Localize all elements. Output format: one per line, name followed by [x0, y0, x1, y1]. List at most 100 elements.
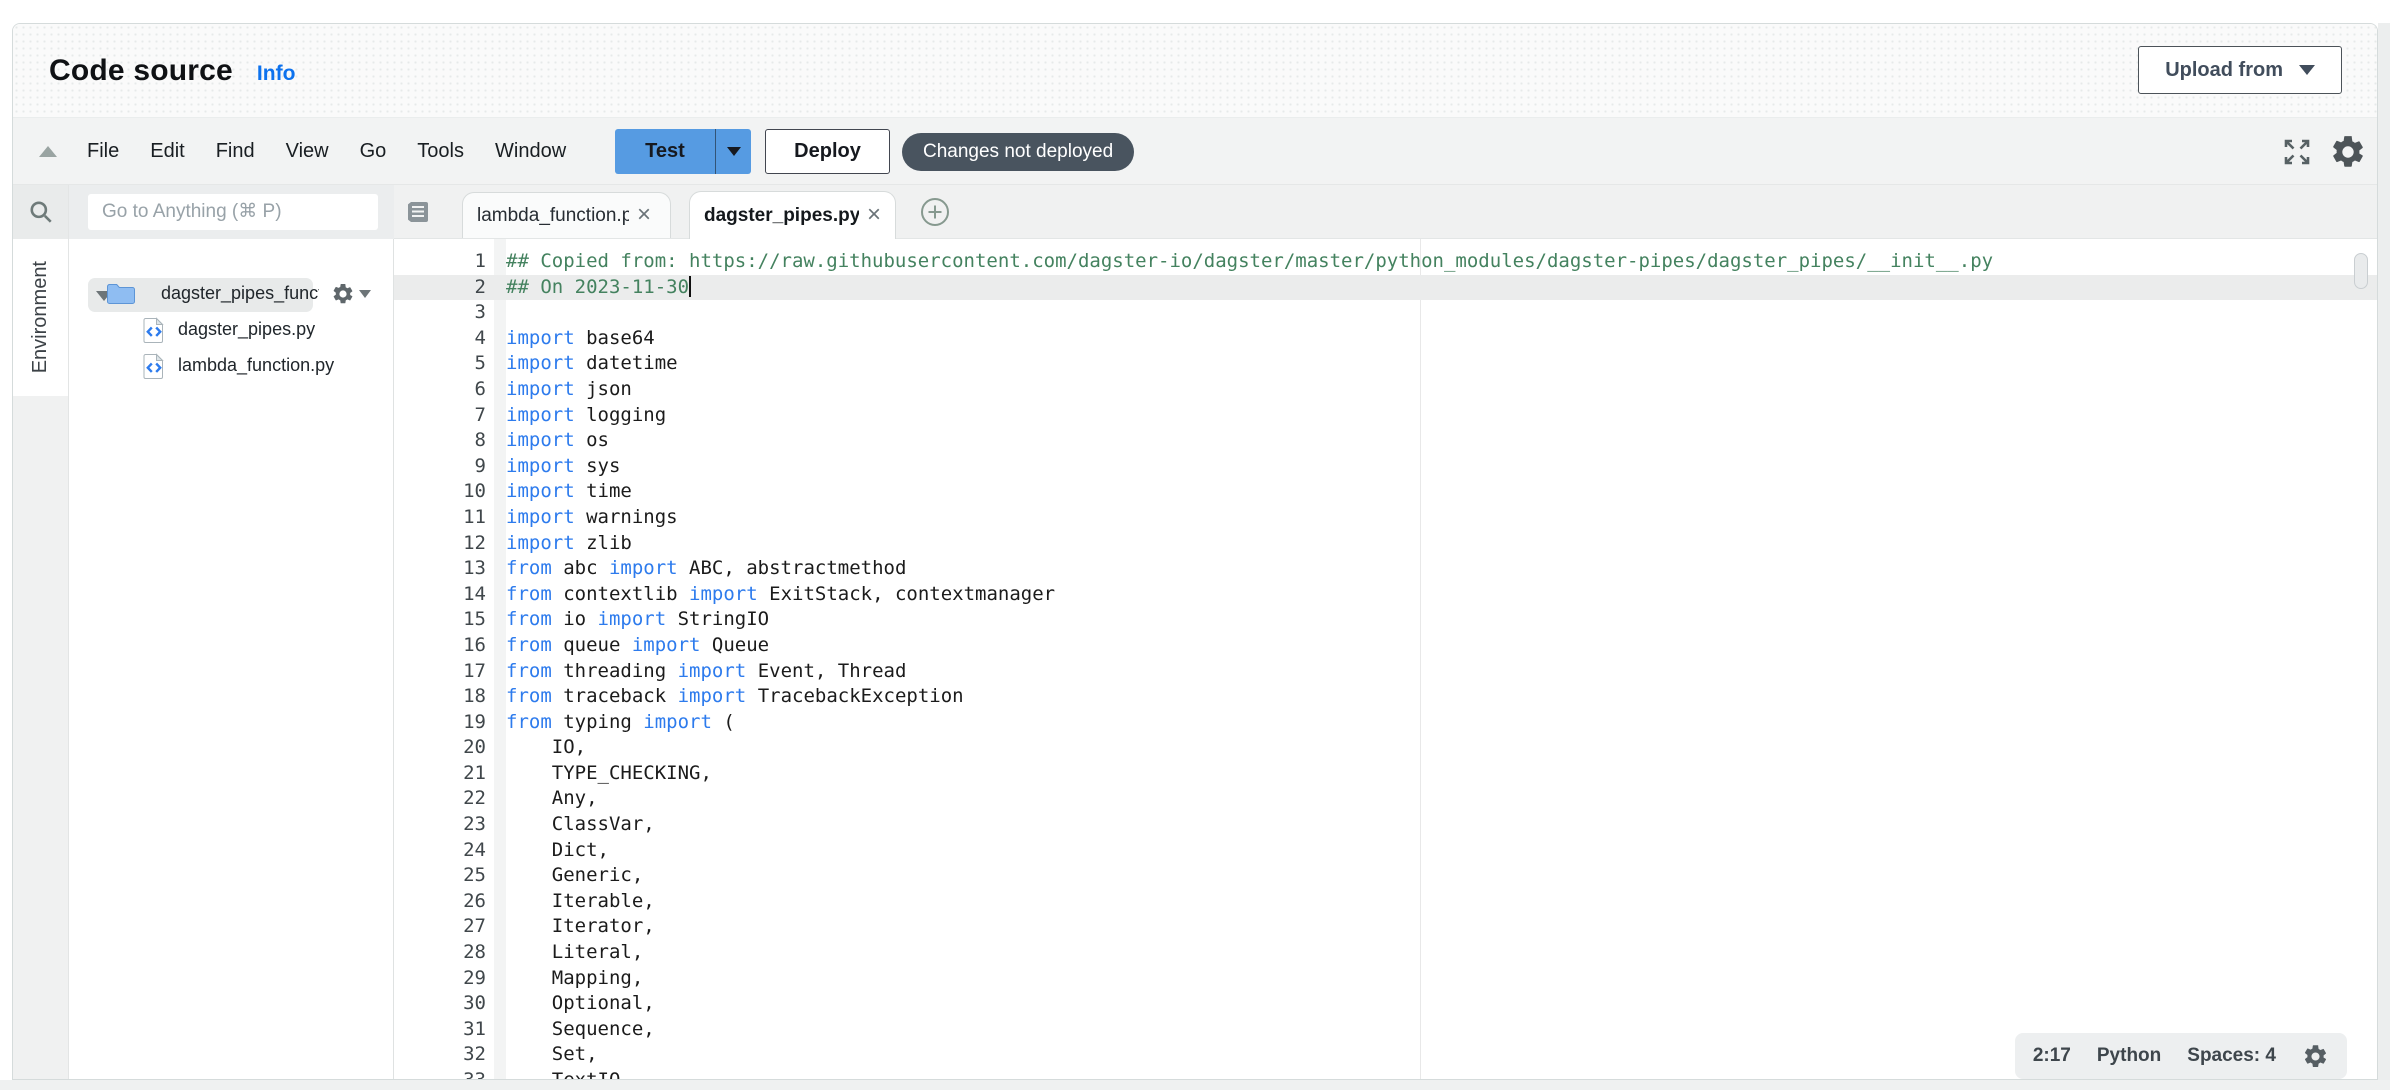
close-icon[interactable]: × [637, 203, 651, 227]
menu-tools[interactable]: Tools [417, 140, 464, 163]
line-number[interactable]: 22 [394, 786, 506, 812]
menu-window[interactable]: Window [495, 140, 566, 163]
line-number[interactable]: 6 [394, 377, 506, 403]
line-number[interactable]: 31 [394, 1017, 506, 1043]
line-number[interactable]: 18 [394, 684, 506, 710]
info-link[interactable]: Info [257, 62, 295, 86]
goto-anything-input[interactable] [88, 194, 378, 230]
line-number[interactable]: 30 [394, 991, 506, 1017]
search-button[interactable] [13, 185, 69, 239]
code-line[interactable]: 24 Dict, [394, 838, 2377, 864]
new-tab-icon[interactable] [920, 197, 950, 227]
line-number[interactable]: 17 [394, 659, 506, 685]
test-dropdown-button[interactable] [715, 129, 751, 174]
tree-row-dagster-pipes[interactable]: dagster_pipes.py [69, 313, 393, 349]
code-line[interactable]: 6import json [394, 377, 2377, 403]
test-button[interactable]: Test [615, 129, 715, 174]
tree-settings-gear-icon[interactable] [331, 282, 355, 306]
line-number[interactable]: 23 [394, 812, 506, 838]
line-number[interactable]: 5 [394, 351, 506, 377]
tab-list-icon[interactable] [406, 199, 430, 225]
menu-edit[interactable]: Edit [150, 140, 184, 163]
code-line[interactable]: 13from abc import ABC, abstractmethod [394, 556, 2377, 582]
line-number[interactable]: 3 [394, 300, 506, 326]
code-line[interactable]: 26 Iterable, [394, 889, 2377, 915]
line-number[interactable]: 7 [394, 403, 506, 429]
code-line[interactable]: 16from queue import Queue [394, 633, 2377, 659]
cursor-position[interactable]: 2:17 [2033, 1045, 2071, 1067]
editor-settings-gear-icon[interactable] [2302, 1043, 2329, 1070]
sidebar-tab-environment[interactable]: Environment [13, 239, 69, 396]
code-editor[interactable]: 1## Copied from: https://raw.githubuserc… [394, 239, 2377, 1080]
code-line[interactable]: 23 ClassVar, [394, 812, 2377, 838]
line-number[interactable]: 8 [394, 428, 506, 454]
code-line[interactable]: 5import datetime [394, 351, 2377, 377]
code-line[interactable]: 18from traceback import TracebackExcepti… [394, 684, 2377, 710]
code-line[interactable]: 20 IO, [394, 735, 2377, 761]
menu-go[interactable]: Go [360, 140, 387, 163]
tab-dagster-pipes[interactable]: dagster_pipes.py × [689, 191, 896, 239]
code-line[interactable]: 21 TYPE_CHECKING, [394, 761, 2377, 787]
line-number[interactable]: 19 [394, 710, 506, 736]
code-line[interactable]: 8import os [394, 428, 2377, 454]
code-line[interactable]: 12import zlib [394, 531, 2377, 557]
code-line[interactable]: 1## Copied from: https://raw.githubuserc… [394, 249, 2377, 275]
line-number[interactable]: 21 [394, 761, 506, 787]
code-line[interactable]: 11import warnings [394, 505, 2377, 531]
code-line[interactable]: 19from typing import ( [394, 710, 2377, 736]
tree-row-lambda-function[interactable]: lambda_function.py [69, 349, 393, 385]
code-line-text: from typing import ( [506, 710, 735, 736]
tree-row-folder[interactable]: dagster_pipes_function [69, 277, 393, 313]
code-line[interactable]: 9import sys [394, 454, 2377, 480]
line-number[interactable]: 27 [394, 914, 506, 940]
code-line[interactable]: 22 Any, [394, 786, 2377, 812]
line-number[interactable]: 11 [394, 505, 506, 531]
fullscreen-icon[interactable] [2283, 138, 2311, 166]
menu-view[interactable]: View [286, 140, 329, 163]
line-number[interactable]: 29 [394, 966, 506, 992]
collapse-menu-icon[interactable] [39, 146, 57, 157]
code-line[interactable]: 25 Generic, [394, 863, 2377, 889]
line-number[interactable]: 20 [394, 735, 506, 761]
line-number[interactable]: 4 [394, 326, 506, 352]
settings-gear-icon[interactable] [2329, 133, 2367, 171]
code-line[interactable]: 17from threading import Event, Thread [394, 659, 2377, 685]
code-line[interactable]: 2## On 2023-11-30 [394, 275, 2377, 301]
code-line[interactable]: 4import base64 [394, 326, 2377, 352]
code-line[interactable]: 30 Optional, [394, 991, 2377, 1017]
line-number[interactable]: 16 [394, 633, 506, 659]
vertical-scrollbar[interactable] [2354, 253, 2368, 289]
line-number[interactable]: 9 [394, 454, 506, 480]
line-number[interactable]: 33 [394, 1068, 506, 1080]
upload-from-button[interactable]: Upload from [2138, 46, 2342, 94]
line-number[interactable]: 15 [394, 607, 506, 633]
code-line[interactable]: 7import logging [394, 403, 2377, 429]
line-number[interactable]: 14 [394, 582, 506, 608]
code-line[interactable]: 15from io import StringIO [394, 607, 2377, 633]
language-mode[interactable]: Python [2097, 1045, 2161, 1067]
line-number[interactable]: 32 [394, 1042, 506, 1068]
line-number[interactable]: 24 [394, 838, 506, 864]
code-line[interactable]: 27 Iterator, [394, 914, 2377, 940]
indent-setting[interactable]: Spaces: 4 [2187, 1045, 2276, 1067]
tab-lambda-function[interactable]: lambda_function.py × [462, 192, 671, 238]
line-number[interactable]: 25 [394, 863, 506, 889]
code-line[interactable]: 14from contextlib import ExitStack, cont… [394, 582, 2377, 608]
code-line[interactable]: 29 Mapping, [394, 966, 2377, 992]
line-number[interactable]: 26 [394, 889, 506, 915]
line-number[interactable]: 10 [394, 479, 506, 505]
line-number[interactable]: 28 [394, 940, 506, 966]
deploy-button[interactable]: Deploy [765, 129, 890, 174]
code-line[interactable]: 10import time [394, 479, 2377, 505]
code-line[interactable]: 28 Literal, [394, 940, 2377, 966]
test-split-button[interactable]: Test [615, 129, 751, 174]
line-number[interactable]: 2 [394, 275, 506, 301]
line-number[interactable]: 1 [394, 249, 506, 275]
chevron-down-icon[interactable] [359, 290, 371, 298]
close-icon[interactable]: × [867, 203, 881, 227]
line-number[interactable]: 13 [394, 556, 506, 582]
menu-file[interactable]: File [87, 140, 119, 163]
menu-find[interactable]: Find [216, 140, 255, 163]
line-number[interactable]: 12 [394, 531, 506, 557]
code-line[interactable]: 3 [394, 300, 2377, 326]
